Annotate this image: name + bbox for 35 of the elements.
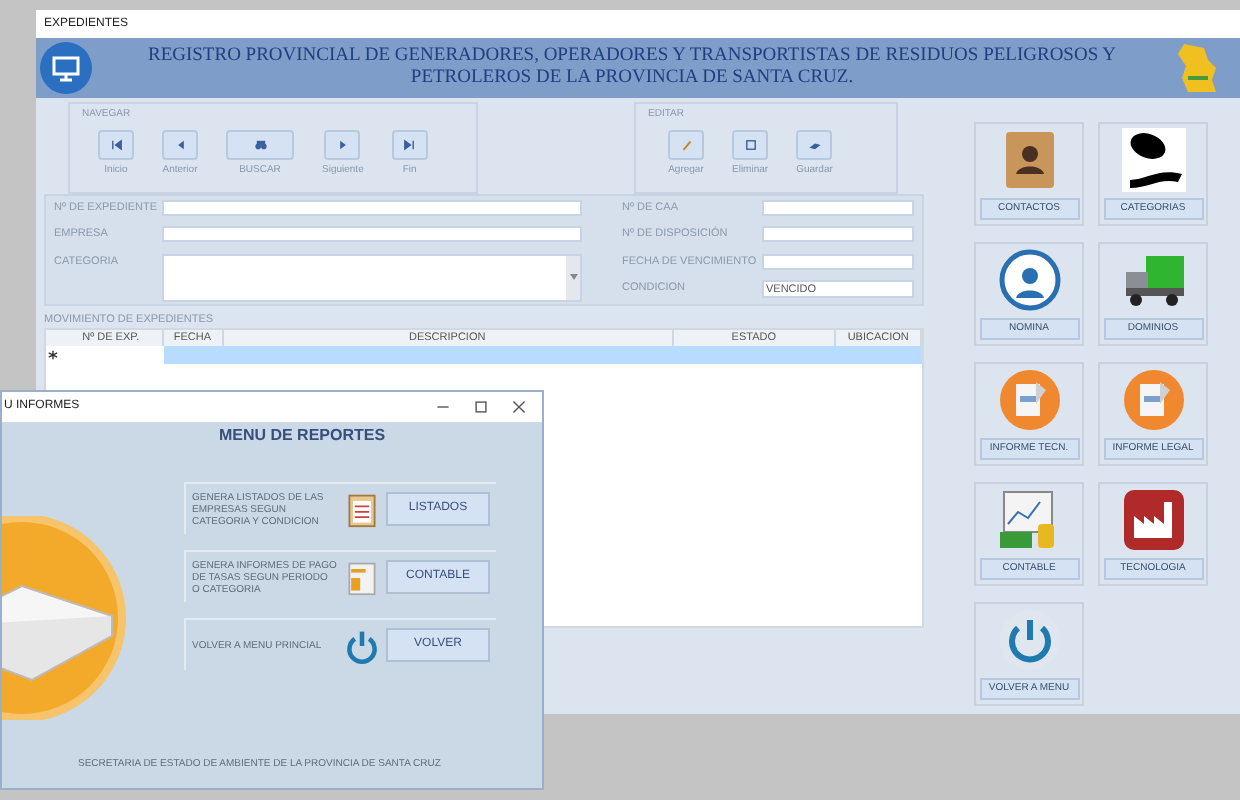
text-field[interactable] — [162, 200, 582, 216]
minimize-icon[interactable] — [436, 400, 450, 414]
power-icon — [344, 627, 380, 663]
document-icon — [344, 559, 380, 595]
toolbar-button[interactable] — [226, 129, 294, 159]
clipboard-icon — [344, 491, 380, 527]
binoculars-icon — [253, 137, 267, 151]
toolbar-button[interactable] — [796, 129, 833, 159]
first-record-icon — [109, 137, 123, 151]
previous-icon — [173, 137, 187, 151]
text-field[interactable] — [762, 200, 914, 217]
text-field[interactable] — [762, 226, 914, 243]
toolbar-button[interactable] — [391, 129, 428, 159]
close-icon[interactable] — [512, 400, 526, 414]
toolbar-button[interactable] — [98, 129, 134, 159]
pencil-icon — [679, 137, 693, 151]
document-icon — [997, 368, 1061, 432]
text-field[interactable] — [762, 253, 914, 270]
toolbar-button[interactable] — [162, 129, 198, 159]
monitor-icon — [40, 42, 92, 94]
document-icon — [1121, 368, 1185, 432]
graduate-icon — [997, 248, 1061, 312]
next-icon — [335, 137, 350, 151]
page-icon — [743, 137, 758, 151]
new-row-icon — [46, 348, 60, 363]
maximize-icon[interactable] — [474, 400, 488, 414]
province-map-icon — [1172, 42, 1220, 94]
dialog-heading: MENU DE REPORTES — [218, 424, 386, 448]
text-field[interactable] — [162, 226, 582, 243]
factory-icon — [1121, 488, 1185, 552]
header-title: REGISTRO PROVINCIAL DE GENERADORES, OPERADORES Y TRANSPORTISTAS DE RESIDUOS PELIGROSOS Y PETROLEROS DE LA PROVINCIA DE SANTA CRUZ. — [145, 46, 1118, 90]
toolbar-button[interactable] — [732, 129, 769, 159]
last-record-icon — [402, 137, 417, 151]
dropdown-arrow-icon[interactable] — [569, 274, 577, 280]
toolbar-button[interactable] — [324, 129, 361, 159]
